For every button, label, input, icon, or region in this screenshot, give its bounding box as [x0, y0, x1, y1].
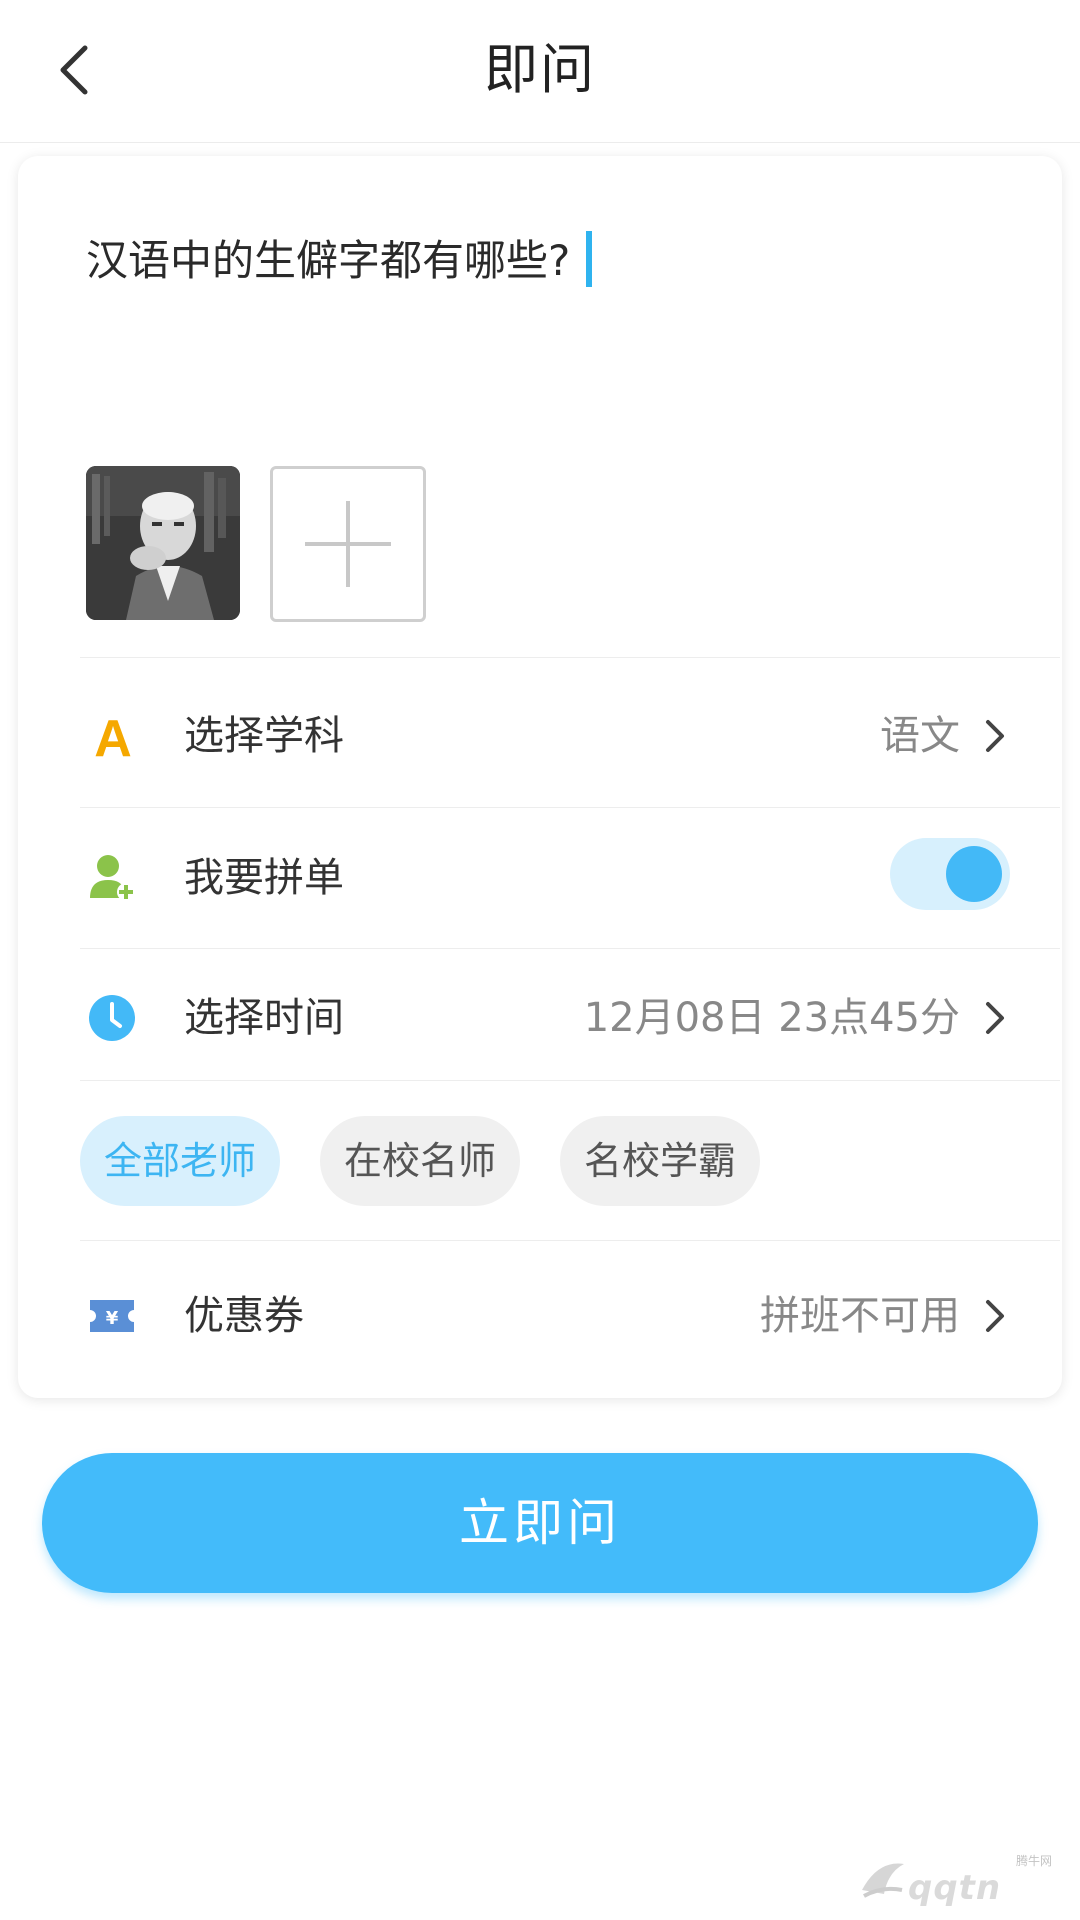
question-card: 汉语中的生僻字都有哪些? A 选择学科 语文 我要拼单 选择时间 12月08日 …	[18, 156, 1062, 1398]
site-watermark-logo: qqtn 腾牛网	[858, 1850, 1058, 1908]
watermark-mark	[862, 1863, 904, 1898]
group-buy-toggle[interactable]	[890, 838, 1010, 910]
filter-chip-school-teachers[interactable]: 在校名师	[320, 1116, 520, 1206]
divider	[80, 1240, 1060, 1241]
group-buy-label: 我要拼单	[184, 855, 344, 901]
chevron-right-icon	[980, 1298, 1010, 1334]
subject-row[interactable]: A 选择学科 语文	[80, 666, 1010, 806]
time-value: 12月08日 23点45分	[583, 995, 960, 1041]
divider	[80, 1080, 1060, 1081]
question-input[interactable]: 汉语中的生僻字都有哪些?	[86, 226, 986, 486]
text-cursor	[586, 230, 593, 287]
divider	[80, 657, 1060, 658]
user-add-icon	[88, 852, 138, 904]
portrait-photo	[86, 466, 240, 620]
group-buy-row: 我要拼单	[80, 808, 1010, 948]
chevron-right-icon	[980, 1000, 1010, 1036]
page-title: 即问	[484, 38, 596, 101]
coupon-value: 拼班不可用	[760, 1293, 960, 1339]
attached-photo-thumbnail[interactable]	[86, 466, 240, 620]
top-bar: 即问	[0, 0, 1080, 143]
letter-a-icon: A	[88, 710, 138, 768]
ask-page: 即问 汉语中的生僻字都有哪些? A 选择学科 语文 我要拼单 选择时间 12月0…	[0, 0, 1080, 1920]
question-text: 汉语中的生僻字都有哪些?	[86, 236, 571, 285]
svg-text:¥: ¥	[106, 1308, 119, 1329]
ask-now-button[interactable]: 立即问	[42, 1453, 1038, 1593]
time-label: 选择时间	[184, 995, 344, 1041]
ticket-yen-icon: ¥	[88, 1290, 138, 1342]
coupon-label: 优惠券	[184, 1293, 304, 1339]
toggle-knob	[946, 846, 1002, 902]
subject-label: 选择学科	[184, 713, 344, 759]
filter-chip-top-students[interactable]: 名校学霸	[560, 1116, 760, 1206]
filter-chip-all-teachers[interactable]: 全部老师	[80, 1116, 280, 1206]
subject-value: 语文	[880, 713, 960, 759]
svg-text:A: A	[94, 710, 132, 762]
time-row[interactable]: 选择时间 12月08日 23点45分	[80, 948, 1010, 1088]
chevron-right-icon	[980, 718, 1010, 754]
clock-icon	[88, 992, 138, 1044]
add-photo-button[interactable]	[270, 466, 426, 622]
plus-icon-vertical	[346, 501, 350, 587]
coupon-row[interactable]: ¥ 优惠券 拼班不可用	[80, 1246, 1010, 1386]
